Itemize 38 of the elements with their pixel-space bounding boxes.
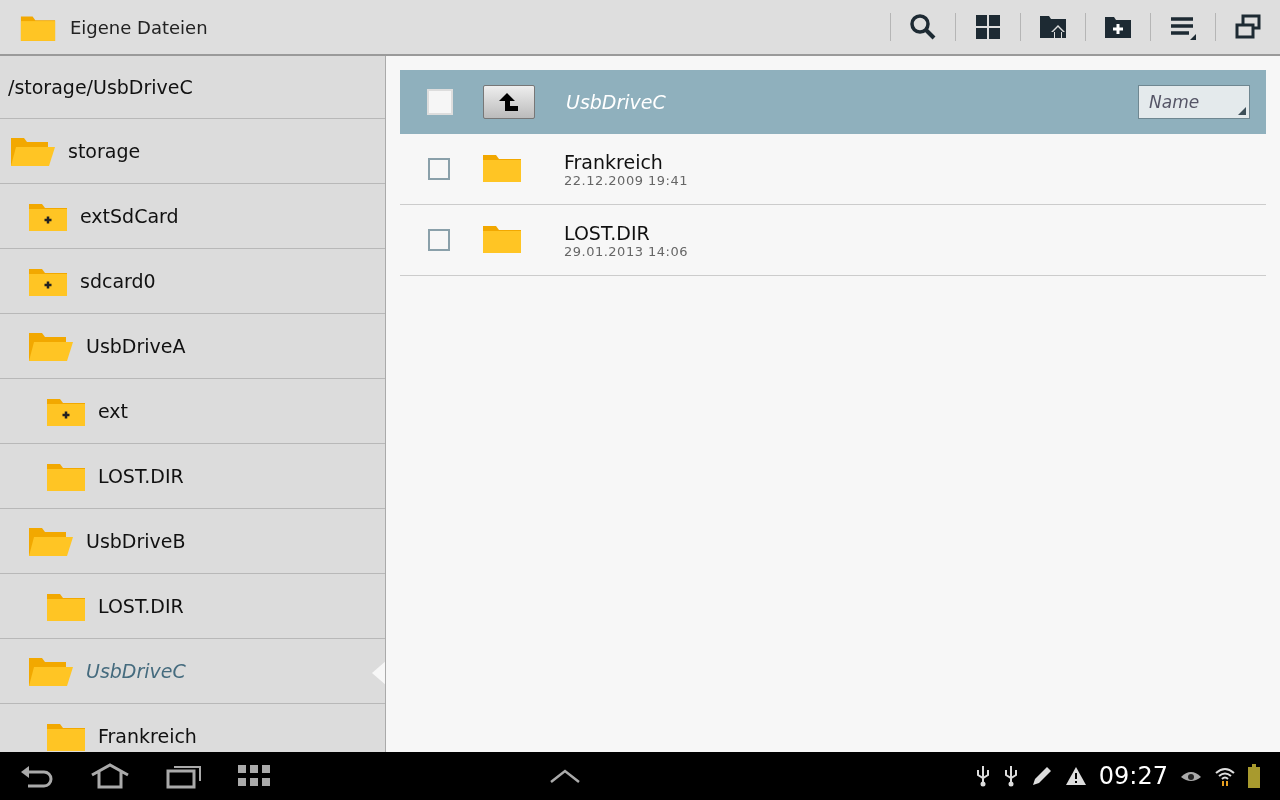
apps-grid-icon[interactable] [238,765,270,787]
clock-time: 09:27 [1098,762,1168,790]
tree-item[interactable]: ext [0,379,385,444]
pencil-icon [1030,765,1053,787]
tree-item[interactable]: UsbDriveB [0,509,385,574]
open-folder-icon [10,135,56,167]
up-arrow-icon [497,91,521,113]
open-folder-icon [28,330,74,362]
usb-icon [974,765,991,787]
home-icon[interactable] [90,763,130,789]
row-checkbox[interactable] [428,158,450,180]
row-checkbox[interactable] [428,229,450,251]
app-title: Eigene Dateien [70,16,209,38]
file-name[interactable]: LOST.DIR [564,221,689,244]
tree-item[interactable]: extSdCard [0,184,385,249]
tree-item[interactable]: sdcard0 [0,249,385,314]
recent-apps-icon[interactable] [166,763,202,789]
open-folder-icon [28,525,74,557]
modified-date: 29.01.2013 14:06 [564,243,689,259]
tree-item[interactable]: LOST.DIR [0,444,385,509]
tree-item[interactable]: storage [0,119,385,184]
up-folder-button[interactable] [483,85,535,119]
tree-item[interactable]: UsbDriveA [0,314,385,379]
back-icon[interactable] [20,763,54,789]
current-path: /storage/UsbDriveC [0,56,385,119]
dropdown-corner-icon [1238,107,1246,115]
modified-date: 22.12.2009 19:41 [564,172,689,188]
select-all-checkbox[interactable] [427,89,453,115]
tree-item[interactable]: LOST.DIR [0,574,385,639]
wifi-icon [1214,765,1236,787]
file-name[interactable]: Frankreich [564,150,689,173]
folder-title: UsbDriveC [566,91,667,113]
battery-icon [1248,764,1260,788]
sort-dropdown[interactable]: Name [1138,85,1250,119]
warning-icon [1064,766,1087,786]
usb-icon [1002,765,1019,787]
caret-up-icon[interactable] [550,769,581,783]
open-folder-icon [28,655,74,687]
